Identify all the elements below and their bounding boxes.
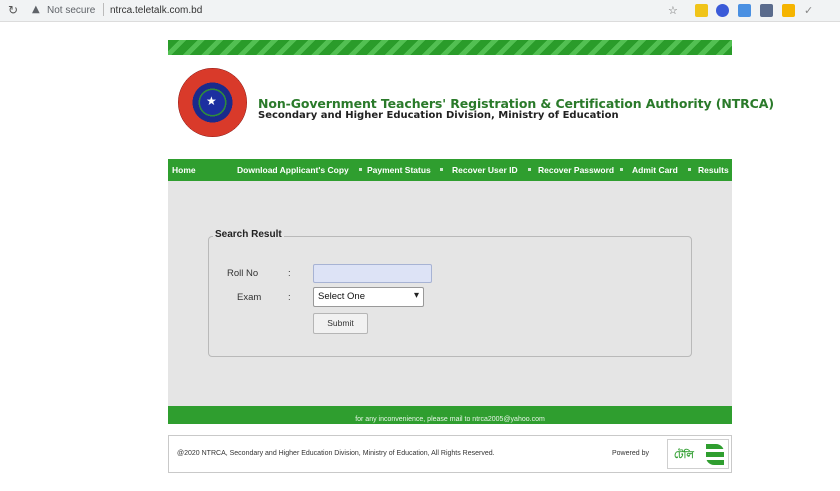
extension-icon[interactable] [760, 4, 773, 17]
teletalk-mark-icon [706, 444, 724, 465]
nav-separator [440, 168, 443, 171]
browser-address-bar: ↻ ▲ Not secure ntrca.teletalk.com.bd ☆ ✓ [0, 0, 840, 22]
exam-selected-value: Select One [318, 291, 365, 302]
site-footer: @2020 NTRCA, Secondary and Higher Educat… [168, 435, 732, 473]
org-subtitle: Secondary and Higher Education Division,… [258, 110, 619, 121]
nav-download-applicant-copy[interactable]: Download Applicant's Copy [237, 165, 349, 175]
nav-results[interactable]: Results [698, 165, 729, 175]
header-stripe [168, 40, 732, 55]
nav-separator [359, 168, 362, 171]
org-title: Non-Government Teachers' Registration & … [258, 96, 774, 111]
nav-recover-password[interactable]: Recover Password [538, 165, 614, 175]
security-label[interactable]: Not secure [47, 5, 95, 16]
nav-separator [528, 168, 531, 171]
check-icon[interactable]: ✓ [804, 4, 817, 17]
roll-no-input[interactable] [313, 264, 432, 283]
chevron-down-icon: ▾ [413, 290, 419, 301]
extension-icon[interactable] [738, 4, 751, 17]
nav-separator [688, 168, 691, 171]
roll-no-colon: : [288, 268, 291, 279]
warning-icon[interactable]: ▲ [32, 4, 40, 15]
nav-admit-card[interactable]: Admit Card [632, 165, 678, 175]
exam-label: Exam [237, 292, 262, 303]
contact-bar: for any inconvenience, please mail to nt… [168, 406, 732, 424]
teletalk-wordmark-icon: টেলি [674, 450, 694, 461]
reload-icon[interactable]: ↻ [8, 3, 18, 17]
extension-icon[interactable] [782, 4, 795, 17]
star-icon[interactable]: ☆ [668, 4, 681, 17]
nav-recover-user-id[interactable]: Recover User ID [452, 165, 518, 175]
main-nav: Home Download Applicant's Copy Payment S… [168, 159, 732, 181]
search-result-form: Search Result Roll No : Exam : Select On… [208, 229, 692, 357]
powered-by-text: Powered by [612, 450, 649, 457]
url-text[interactable]: ntrca.teletalk.com.bd [110, 5, 202, 16]
contact-text: for any inconvenience, please mail to nt… [355, 416, 545, 423]
nav-payment-status[interactable]: Payment Status [367, 165, 431, 175]
ntrca-logo: ★ [178, 68, 247, 137]
nav-separator [620, 168, 623, 171]
teletalk-logo[interactable]: টেলি [667, 439, 729, 469]
extension-icon[interactable] [716, 4, 729, 17]
extension-icon[interactable] [695, 4, 708, 17]
star-icon: ★ [206, 94, 217, 108]
main-content: Search Result Roll No : Exam : Select On… [168, 181, 732, 406]
roll-no-label: Roll No [227, 268, 259, 279]
copyright-text: @2020 NTRCA, Secondary and Higher Educat… [177, 450, 495, 457]
exam-colon: : [288, 292, 291, 303]
separator [103, 3, 104, 16]
site-header: ★ Non-Government Teachers' Registration … [168, 55, 774, 159]
page: ★ Non-Government Teachers' Registration … [0, 22, 840, 491]
nav-home[interactable]: Home [172, 165, 196, 175]
submit-button[interactable]: Submit [313, 313, 368, 334]
form-legend: Search Result [213, 229, 284, 240]
exam-select[interactable]: Select One ▾ [313, 287, 424, 307]
